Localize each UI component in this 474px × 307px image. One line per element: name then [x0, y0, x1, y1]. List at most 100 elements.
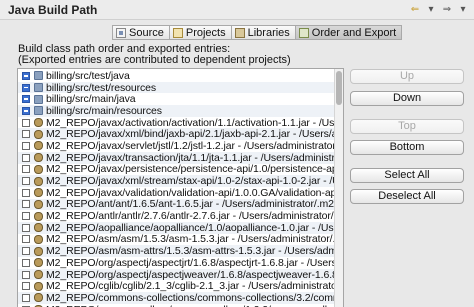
export-checkbox[interactable]	[22, 118, 30, 127]
export-checkbox[interactable]	[22, 212, 30, 221]
tab-source[interactable]: Source	[112, 25, 169, 40]
list-item[interactable]: M2_REPO/javax/persistence/persistence-ap…	[18, 163, 334, 176]
title-bar: Java Build Path ⇐ ▾ ⇒ ▾	[0, 0, 474, 20]
list-item-label: M2_REPO/aopalliance/aopalliance/1.0/aopa…	[46, 221, 334, 234]
tab-projects[interactable]: Projects	[168, 25, 231, 40]
select-all-button[interactable]: Select All	[350, 168, 464, 183]
jar-icon	[34, 199, 43, 209]
export-checkbox[interactable]	[22, 223, 30, 232]
list-item[interactable]: M2_REPO/javax/servlet/jstl/1.2/jstl-1.2.…	[18, 140, 334, 152]
jar-icon	[34, 141, 43, 151]
list-item[interactable]: billing/src/test/java	[18, 70, 334, 82]
list-item-label: M2_REPO/javax/persistence/persistence-ap…	[46, 163, 334, 176]
export-checkbox[interactable]	[22, 130, 30, 139]
jar-icon	[34, 258, 43, 268]
list-item-label: billing/src/test/resources	[46, 81, 157, 94]
tab-label: Libraries	[247, 26, 290, 39]
jar-icon	[34, 176, 43, 186]
top-button[interactable]: Top	[350, 119, 464, 134]
tab-libraries[interactable]: Libraries	[230, 25, 295, 40]
list-item-label: M2_REPO/asm/asm-attrs/1.5.3/asm-attrs-1.…	[46, 245, 334, 258]
list-item[interactable]: M2_REPO/javax/validation/validation-api/…	[18, 187, 334, 199]
jar-icon	[34, 223, 43, 233]
list-item[interactable]: M2_REPO/javax/activation/activation/1.1/…	[18, 117, 334, 129]
list-item[interactable]: M2_REPO/aopalliance/aopalliance/1.0/aopa…	[18, 222, 334, 234]
libraries-icon	[234, 27, 245, 38]
export-checkbox[interactable]	[22, 83, 30, 92]
list-item[interactable]: M2_REPO/asm/asm/1.5.3/asm-1.5.3.jar - /U…	[18, 233, 334, 245]
export-checkbox[interactable]	[22, 200, 30, 209]
list-item-label: M2_REPO/javax/activation/activation/1.1/…	[46, 116, 334, 129]
jar-icon	[34, 281, 43, 291]
list-item-label: billing/src/main/java	[46, 93, 136, 106]
export-checkbox[interactable]	[22, 282, 30, 291]
tab-label: Order and Export	[311, 26, 397, 39]
list-item[interactable]: M2_REPO/org/aspectj/aspectjrt/1.6.8/aspe…	[18, 257, 334, 269]
list-item[interactable]: M2_REPO/javax/xml/stream/stax-api/1.0-2/…	[18, 175, 334, 187]
list-item-label: M2_REPO/javax/servlet/jstl/1.2/jstl-1.2.…	[46, 139, 334, 152]
back-dropdown-icon[interactable]: ▾	[424, 3, 438, 16]
export-checkbox[interactable]	[22, 247, 30, 256]
list-item[interactable]: M2_REPO/asm/asm-attrs/1.5.3/asm-attrs-1.…	[18, 245, 334, 257]
bottom-button[interactable]: Bottom	[350, 140, 464, 155]
list-item[interactable]: billing/src/main/resources	[18, 105, 334, 117]
list-item[interactable]: M2_REPO/javax/transaction/jta/1.1/jta-1.…	[18, 152, 334, 164]
list-item-label: M2_REPO/commons-dbcp/commons-dbcp/1.2.2/…	[46, 304, 334, 307]
tab-label: Source	[129, 26, 164, 39]
list-item[interactable]: M2_REPO/ant/ant/1.6.5/ant-1.6.5.jar - /U…	[18, 198, 334, 211]
list-item-label: M2_REPO/javax/validation/validation-api/…	[46, 186, 334, 199]
description-line-2: (Exported entries are contributed to dep…	[18, 54, 291, 66]
tab-bar: Source Projects Libraries Order and Expo…	[112, 25, 403, 40]
description: Build class path order and exported entr…	[18, 44, 291, 66]
list-item[interactable]: M2_REPO/antlr/antlr/2.7.6/antlr-2.7.6.ja…	[18, 210, 334, 222]
export-checkbox[interactable]	[22, 141, 30, 150]
deselect-all-button[interactable]: Deselect All	[350, 189, 464, 204]
export-checkbox[interactable]	[22, 177, 30, 186]
jar-icon	[34, 246, 43, 256]
list-item[interactable]: M2_REPO/org/aspectj/aspectjweaver/1.6.8/…	[18, 269, 334, 281]
back-arrow-icon[interactable]: ⇐	[408, 3, 422, 16]
export-checkbox[interactable]	[22, 95, 30, 104]
order-export-icon	[298, 27, 309, 38]
down-button[interactable]: Down	[350, 91, 464, 106]
list-item[interactable]: billing/src/test/resources	[18, 82, 334, 94]
source-folder-icon	[34, 71, 43, 81]
list-item-label: M2_REPO/javax/xml/stream/stax-api/1.0-2/…	[46, 175, 334, 188]
jar-icon	[34, 293, 43, 303]
list-item[interactable]: M2_REPO/commons-collections/commons-coll…	[18, 292, 334, 304]
forward-dropdown-icon[interactable]: ▾	[456, 3, 470, 16]
list-item-label: billing/src/main/resources	[46, 104, 162, 117]
export-checkbox[interactable]	[22, 71, 30, 80]
jar-icon	[34, 153, 43, 163]
jar-icon	[34, 129, 43, 139]
list-item-label: M2_REPO/javax/transaction/jta/1.1/jta-1.…	[46, 151, 334, 164]
jar-icon	[34, 270, 43, 280]
entries-rows: billing/src/test/java billing/src/test/re…	[18, 70, 334, 307]
projects-icon	[172, 27, 183, 38]
list-item-label: M2_REPO/antlr/antlr/2.7.6/antlr-2.7.6.ja…	[46, 210, 334, 223]
list-item-label: M2_REPO/javax/xml/bind/jaxb-api/2.1/jaxb…	[46, 128, 334, 141]
list-item[interactable]: M2_REPO/cglib/cglib/2.1_3/cglib-2.1_3.ja…	[18, 280, 334, 292]
list-item[interactable]: M2_REPO/javax/xml/bind/jaxb-api/2.1/jaxb…	[18, 128, 334, 140]
forward-arrow-icon[interactable]: ⇒	[440, 3, 454, 16]
scrollbar-thumb[interactable]	[336, 71, 342, 105]
export-checkbox[interactable]	[22, 235, 30, 244]
list-item-label: M2_REPO/org/aspectj/aspectjrt/1.6.8/aspe…	[46, 256, 334, 269]
list-item[interactable]: billing/src/main/java	[18, 93, 334, 105]
list-item-label: M2_REPO/org/aspectj/aspectjweaver/1.6.8/…	[46, 268, 334, 281]
list-item-label: M2_REPO/ant/ant/1.6.5/ant-1.6.5.jar - /U…	[46, 198, 334, 211]
up-button[interactable]: Up	[350, 69, 464, 84]
export-checkbox[interactable]	[22, 165, 30, 174]
list-item-label: M2_REPO/cglib/cglib/2.1_3/cglib-2.1_3.ja…	[46, 280, 334, 293]
source-folder-icon	[34, 83, 43, 93]
build-path-entries-list[interactable]: billing/src/test/java billing/src/test/re…	[17, 68, 344, 307]
vertical-scrollbar[interactable]	[334, 69, 343, 307]
list-item-label: M2_REPO/commons-collections/commons-coll…	[46, 291, 334, 304]
export-checkbox[interactable]	[22, 258, 30, 267]
export-checkbox[interactable]	[22, 106, 30, 115]
export-checkbox[interactable]	[22, 153, 30, 162]
export-checkbox[interactable]	[22, 188, 30, 197]
export-checkbox[interactable]	[22, 270, 30, 279]
tab-order-and-export[interactable]: Order and Export	[294, 25, 403, 40]
export-checkbox[interactable]	[22, 293, 30, 302]
